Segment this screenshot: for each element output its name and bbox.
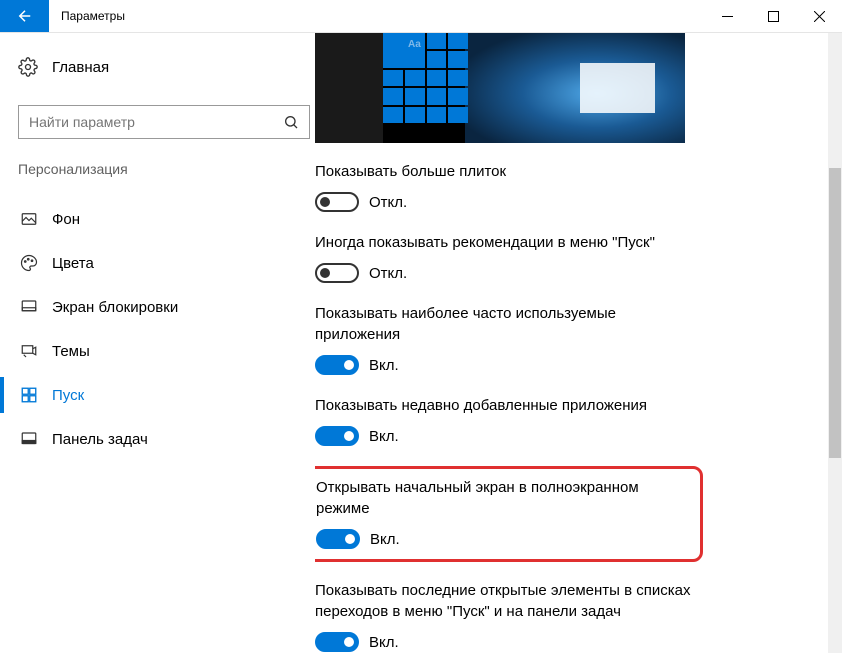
minimize-icon: [722, 11, 733, 22]
sidebar-item-start[interactable]: Пуск: [18, 373, 315, 417]
lockscreen-icon: [20, 298, 38, 316]
toggle-state: Откл.: [369, 194, 407, 211]
close-button[interactable]: [796, 0, 842, 32]
scroll-thumb[interactable]: [829, 168, 841, 458]
themes-icon: [20, 342, 38, 360]
window-title: Параметры: [49, 0, 137, 32]
setting-suggestions: Иногда показывать рекомендации в меню "П…: [315, 232, 705, 283]
maximize-button[interactable]: [750, 0, 796, 32]
sidebar-item-background[interactable]: Фон: [18, 197, 315, 241]
setting-label: Показывать недавно добавленные приложени…: [315, 395, 705, 416]
toggle-state: Вкл.: [369, 634, 399, 651]
toggle-jumplists[interactable]: [315, 632, 359, 652]
sidebar-item-label: Цвета: [52, 255, 94, 272]
toggle-recently-added[interactable]: [315, 426, 359, 446]
gear-icon: [18, 57, 38, 77]
sidebar-item-themes[interactable]: Темы: [18, 329, 315, 373]
start-preview: Aa: [315, 33, 685, 143]
maximize-icon: [768, 11, 779, 22]
home-label: Главная: [52, 59, 109, 76]
sidebar-item-lockscreen[interactable]: Экран блокировки: [18, 285, 315, 329]
sidebar-item-label: Пуск: [52, 387, 84, 404]
arrow-left-icon: [16, 7, 34, 25]
sidebar-item-taskbar[interactable]: Панель задач: [18, 417, 315, 461]
toggle-fullscreen[interactable]: [316, 529, 360, 549]
start-icon: [20, 386, 38, 404]
setting-label: Открывать начальный экран в полноэкранно…: [316, 477, 690, 519]
toggle-state: Вкл.: [369, 428, 399, 445]
setting-fullscreen-highlighted: Открывать начальный экран в полноэкранно…: [315, 466, 703, 562]
toggle-state: Вкл.: [370, 531, 400, 548]
scrollbar[interactable]: [828, 33, 842, 653]
toggle-more-tiles[interactable]: [315, 192, 359, 212]
close-icon: [814, 11, 825, 22]
taskbar-icon: [20, 430, 38, 448]
setting-more-tiles: Показывать больше плиток Откл.: [315, 161, 705, 212]
setting-label: Иногда показывать рекомендации в меню "П…: [315, 232, 705, 253]
search-icon: [283, 114, 299, 130]
picture-icon: [20, 210, 38, 228]
sidebar-item-label: Экран блокировки: [52, 299, 178, 316]
setting-most-used: Показывать наиболее часто используемые п…: [315, 303, 705, 375]
category-header: Персонализация: [18, 161, 315, 177]
setting-label: Показывать последние открытые элементы в…: [315, 580, 705, 622]
back-button[interactable]: [0, 0, 49, 32]
toggle-state: Вкл.: [369, 357, 399, 374]
toggle-state: Откл.: [369, 265, 407, 282]
sidebar-item-colors[interactable]: Цвета: [18, 241, 315, 285]
sidebar: Главная Персонализация Фон Цвета Экран б…: [0, 33, 315, 653]
titlebar: Параметры: [0, 0, 842, 33]
setting-label: Показывать наиболее часто используемые п…: [315, 303, 705, 345]
palette-icon: [20, 254, 38, 272]
home-nav[interactable]: Главная: [18, 53, 315, 81]
sidebar-item-label: Панель задач: [52, 431, 148, 448]
sidebar-item-label: Фон: [52, 211, 80, 228]
setting-recently-added: Показывать недавно добавленные приложени…: [315, 395, 705, 446]
setting-label: Показывать больше плиток: [315, 161, 705, 182]
setting-jumplists: Показывать последние открытые элементы в…: [315, 580, 705, 652]
content-area: Aa Показывать больше плиток Откл. Иногда…: [315, 33, 842, 653]
sidebar-item-label: Темы: [52, 343, 90, 360]
minimize-button[interactable]: [704, 0, 750, 32]
search-input[interactable]: [29, 114, 283, 130]
toggle-most-used[interactable]: [315, 355, 359, 375]
toggle-suggestions[interactable]: [315, 263, 359, 283]
search-box[interactable]: [18, 105, 310, 139]
